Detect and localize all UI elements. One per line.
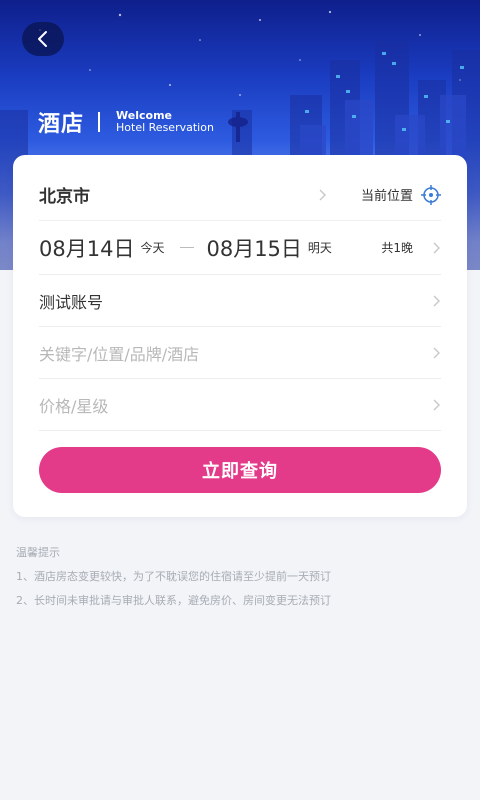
page-subtitle: Welcome Hotel Reservation [116, 110, 214, 134]
chevron-right-icon [433, 347, 440, 358]
chevron-right-icon [319, 189, 326, 200]
keyword-input[interactable]: 关键字/位置/品牌/酒店 [39, 341, 199, 365]
city-name: 北京市 [39, 187, 90, 207]
account-row[interactable]: 测试账号 [39, 275, 441, 327]
checkout-date: 08月15日 [206, 236, 302, 261]
tip-item: 2、长时间未审批请与审批人联系，避免房价、房间变更无法预订 [16, 594, 331, 607]
checkout-day: 明天 [307, 241, 332, 255]
price-star-input[interactable]: 价格/星级 [39, 393, 108, 417]
page-header: 酒店 Welcome Hotel Reservation [38, 106, 214, 138]
date-separator [180, 247, 195, 248]
hotel-reservation-text: Hotel Reservation [116, 121, 214, 134]
chevron-right-icon [433, 399, 440, 410]
chevron-right-icon [433, 242, 440, 253]
current-location-button[interactable]: 当前位置 [361, 185, 413, 204]
chevron-left-icon [38, 31, 47, 47]
page-title: 酒店 [38, 112, 85, 137]
checkin-day: 今天 [140, 241, 165, 255]
keyword-row[interactable]: 关键字/位置/品牌/酒店 [39, 327, 441, 379]
checkin-date: 08月14日 [39, 236, 135, 261]
account-field: 测试账号 [39, 292, 104, 312]
title-divider [98, 112, 101, 132]
date-row[interactable]: 08月14日 今天 08月15日 明天 共1晚 [39, 221, 441, 275]
price-row[interactable]: 价格/星级 [39, 379, 441, 431]
tip-item: 1、酒店房态变更较快，为了不耽误您的住宿请至少提前一天预订 [16, 570, 331, 583]
back-button[interactable] [22, 22, 64, 56]
nights-count: 共1晚 [381, 241, 413, 255]
search-card: 北京市 当前位置 08月14日 今天 08月15日 明天 共1晚 测试账号 关键… [13, 155, 467, 517]
tips-section: 温馨提示 1、酒店房态变更较快，为了不耽误您的住宿请至少提前一天预订 2、长时间… [16, 546, 331, 618]
city-row[interactable]: 北京市 当前位置 [39, 169, 441, 221]
tips-title: 温馨提示 [16, 546, 60, 559]
locate-icon[interactable] [421, 184, 441, 205]
chevron-right-icon [433, 295, 440, 306]
search-button[interactable]: 立即查询 [39, 447, 441, 493]
